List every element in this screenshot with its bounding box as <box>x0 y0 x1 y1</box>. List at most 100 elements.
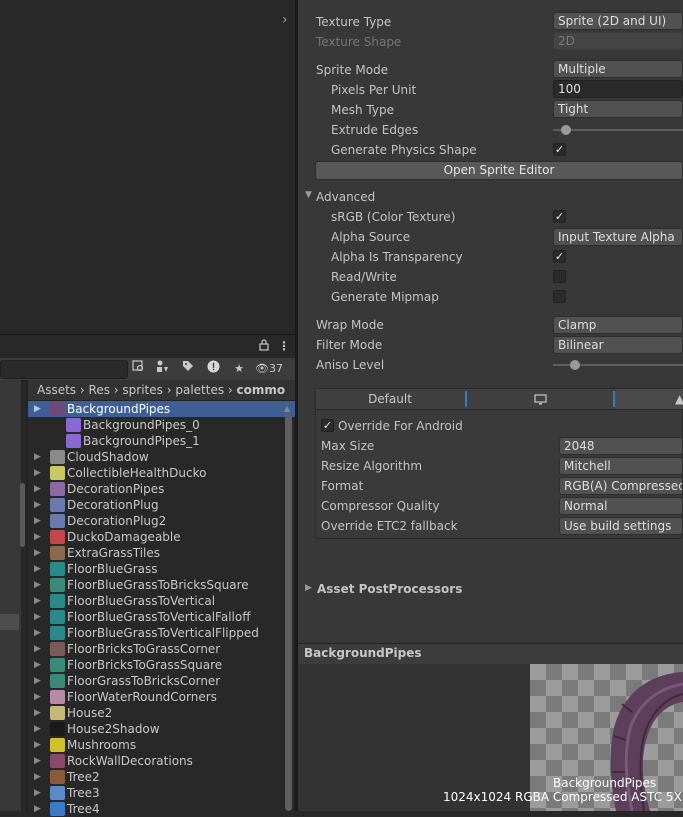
list-item[interactable]: ▶ FloorGrassToBricksCorner <box>28 673 295 689</box>
alpha-is-transparency-checkbox[interactable]: ✓ <box>553 250 566 263</box>
expand-arrow-icon[interactable]: ▶ <box>34 609 41 625</box>
breadcrumb-item[interactable]: sprites <box>122 383 162 397</box>
sprite-mode-dropdown[interactable]: Multiple <box>553 60 683 78</box>
list-item[interactable]: ▶ FloorBlueGrassToVerticalFalloff <box>28 609 295 625</box>
list-item[interactable]: ▶ FloorBlueGrassToVerticalFlipped <box>28 625 295 641</box>
filter-mode-dropdown[interactable]: Bilinear <box>553 336 683 354</box>
asset-postprocessors-foldout[interactable]: Asset PostProcessors <box>317 582 462 596</box>
breadcrumb-item-current[interactable]: commo <box>237 383 286 397</box>
expand-arrow-icon[interactable]: ▶ <box>34 545 41 561</box>
folder-tree-pane[interactable] <box>0 380 21 811</box>
warning-filter-icon[interactable] <box>205 360 221 377</box>
list-item[interactable]: ▶ CloudShadow <box>28 449 295 465</box>
expand-arrow-icon[interactable]: ▶ <box>34 801 41 817</box>
mesh-type-dropdown[interactable]: Tight <box>553 100 683 118</box>
list-item[interactable]: ▶ DuckoDamageable <box>28 529 295 545</box>
list-item[interactable]: ▶ FloorBlueGrassToVertical <box>28 593 295 609</box>
list-item[interactable]: ▶ Tree4 <box>28 801 295 817</box>
wrap-mode-dropdown[interactable]: Clamp <box>553 316 683 334</box>
list-item[interactable]: ▶ FloorBricksToGrassCorner <box>28 641 295 657</box>
more-menu-icon[interactable]: ⋮ <box>278 339 290 353</box>
override-android-checkbox[interactable]: ✓ <box>321 419 334 432</box>
expand-arrow-icon[interactable]: ▶ <box>34 401 41 417</box>
list-item[interactable]: ▶ RockWallDecorations <box>28 753 295 769</box>
preview-header[interactable]: BackgroundPipes <box>298 643 683 665</box>
label-tag-icon[interactable] <box>180 360 196 377</box>
tab-default[interactable]: Default <box>316 389 464 409</box>
list-item[interactable]: BackgroundPipes_0 <box>28 417 295 433</box>
texture-type-dropdown[interactable]: Sprite (2D and UI) <box>553 12 683 30</box>
list-item[interactable]: ▶ Tree3 <box>28 785 295 801</box>
expand-arrow-icon[interactable]: ▶ <box>34 641 41 657</box>
search-input[interactable] <box>0 360 128 379</box>
asset-list-scrollbar-thumb[interactable] <box>285 414 292 811</box>
pixels-per-unit-input[interactable]: 100 <box>553 80 683 98</box>
asset-thumbnail-icon <box>50 642 65 656</box>
list-item[interactable]: ▶ House2 <box>28 705 295 721</box>
list-item[interactable]: BackgroundPipes_1 <box>28 433 295 449</box>
expand-arrow-icon[interactable]: ▶ <box>34 577 41 593</box>
expand-arrow-icon[interactable]: ▶ <box>34 593 41 609</box>
list-item[interactable]: ▶ DecorationPipes <box>28 481 295 497</box>
list-item[interactable]: ▶ House2Shadow <box>28 721 295 737</box>
breadcrumb-item[interactable]: palettes <box>175 383 224 397</box>
tab-standalone[interactable] <box>467 389 613 409</box>
override-etc2-dropdown[interactable]: Use build settings <box>559 517 683 535</box>
advanced-foldout-label[interactable]: Advanced <box>316 190 375 204</box>
max-size-dropdown[interactable]: 2048 <box>559 437 683 455</box>
expand-arrow-icon[interactable]: ▶ <box>34 673 41 689</box>
foldout-expanded-icon[interactable]: ▼ <box>305 190 312 200</box>
expand-arrow-icon[interactable]: ▶ <box>34 705 41 721</box>
list-item[interactable]: ▶ CollectibleHealthDucko <box>28 465 295 481</box>
list-item[interactable]: ▶ FloorWaterRoundCorners <box>28 689 295 705</box>
scroll-up-arrow-icon[interactable]: ▲ <box>284 404 290 413</box>
breadcrumb-item[interactable]: Res <box>89 383 110 397</box>
expand-arrow-icon[interactable]: ▶ <box>34 625 41 641</box>
alpha-source-dropdown[interactable]: Input Texture Alpha <box>553 228 683 246</box>
expand-arrow-icon[interactable]: ▶ <box>34 769 41 785</box>
list-item[interactable]: ▶ Mushrooms <box>28 737 295 753</box>
tab-android[interactable]: ▲ <box>615 389 683 409</box>
expand-arrow-icon[interactable]: ▶ <box>34 785 41 801</box>
foldout-collapsed-icon[interactable]: ▶ <box>305 583 312 593</box>
chevron-right-icon[interactable]: › <box>282 12 288 28</box>
list-item[interactable]: ▶ DecorationPlug2 <box>28 513 295 529</box>
expand-arrow-icon[interactable]: ▶ <box>34 721 41 737</box>
expand-arrow-icon[interactable]: ▶ <box>34 449 41 465</box>
expand-arrow-icon[interactable]: ▶ <box>34 481 41 497</box>
visibility-count[interactable]: 👁37 <box>255 360 295 377</box>
expand-arrow-icon[interactable]: ▶ <box>34 753 41 769</box>
generate-physics-shape-checkbox[interactable]: ✓ <box>553 143 566 156</box>
folder-scrollbar-thumb[interactable] <box>20 483 25 547</box>
filter-type-icon[interactable] <box>154 360 170 377</box>
expand-arrow-icon[interactable]: ▶ <box>34 689 41 705</box>
compressor-quality-dropdown[interactable]: Normal <box>559 497 683 515</box>
folder-tree-selected-item[interactable] <box>0 614 19 630</box>
search-by-type-icon[interactable] <box>130 360 146 377</box>
list-item[interactable]: ▶ ExtraGrassTiles <box>28 545 295 561</box>
extrude-edges-slider-knob[interactable] <box>561 125 571 135</box>
open-sprite-editor-button[interactable]: Open Sprite Editor <box>315 161 683 180</box>
list-item[interactable]: ▶ DecorationPlug <box>28 497 295 513</box>
format-dropdown[interactable]: RGB(A) Compressed ASTC <box>559 477 683 495</box>
expand-arrow-icon[interactable]: ▶ <box>34 657 41 673</box>
list-item[interactable]: ▶ FloorBlueGrass <box>28 561 295 577</box>
resize-algorithm-dropdown[interactable]: Mitchell <box>559 457 683 475</box>
expand-arrow-icon[interactable]: ▶ <box>34 497 41 513</box>
generate-mipmap-checkbox[interactable] <box>553 290 566 303</box>
expand-arrow-icon[interactable]: ▶ <box>34 529 41 545</box>
expand-arrow-icon[interactable]: ▶ <box>34 737 41 753</box>
extrude-edges-slider-track[interactable] <box>553 129 683 131</box>
srgb-checkbox[interactable]: ✓ <box>553 210 566 223</box>
expand-arrow-icon[interactable]: ▶ <box>34 513 41 529</box>
list-item[interactable]: ▶ FloorBricksToGrassSquare <box>28 657 295 673</box>
lock-icon[interactable] <box>259 339 269 354</box>
list-item[interactable]: ▶ FloorBlueGrassToBricksSquare <box>28 577 295 593</box>
expand-arrow-icon[interactable]: ▶ <box>34 561 41 577</box>
list-item[interactable]: ▶ BackgroundPipes <box>28 401 295 417</box>
read-write-checkbox[interactable] <box>553 270 566 283</box>
breadcrumb-item[interactable]: Assets <box>37 383 76 397</box>
favorite-star-icon[interactable]: ★ <box>231 360 247 377</box>
expand-arrow-icon[interactable]: ▶ <box>34 465 41 481</box>
list-item[interactable]: ▶ Tree2 <box>28 769 295 785</box>
